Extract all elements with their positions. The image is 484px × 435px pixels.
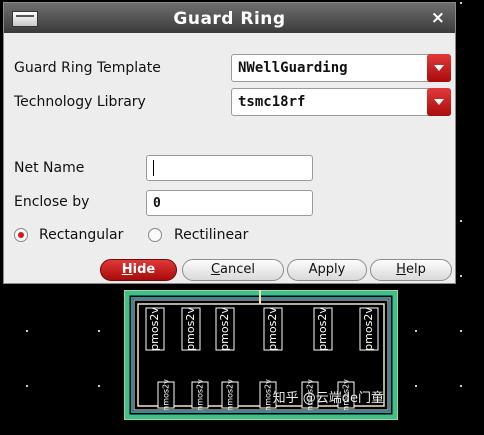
grid-dot	[460, 2, 462, 4]
text-caret	[153, 160, 154, 176]
enclose-by-input[interactable]: 0	[146, 190, 313, 216]
help-mnemonic: H	[396, 262, 406, 277]
rectangular-label[interactable]: Rectangular	[39, 227, 123, 243]
watermark: 知乎 @云端de门童	[272, 391, 384, 406]
layout-preview[interactable]: pmos2v pmos2v pmos2v pmos2v pmos2v pmos2v nmo…	[124, 290, 398, 420]
transistor-label: nmos2v	[162, 379, 171, 411]
transistor-label: pmos2v	[266, 307, 279, 351]
technology-library-select[interactable]: tsmc18rf	[231, 88, 451, 116]
apply-button[interactable]: Apply	[287, 259, 367, 281]
dialog-titlebar[interactable]: Guard Ring ×	[4, 3, 455, 33]
grid-dot	[415, 385, 417, 387]
grid-dot	[460, 275, 462, 277]
technology-library-label: Technology Library	[14, 94, 146, 110]
grid-dot	[460, 220, 462, 222]
guard-ring-dialog: Guard Ring × Guard Ring Template NWellGu…	[3, 2, 456, 284]
transistor-label: nmos2v	[196, 379, 205, 411]
enclose-by-value: 0	[153, 196, 161, 211]
grid-dot	[98, 385, 100, 387]
enclose-by-label: Enclose by	[14, 194, 90, 210]
hide-button[interactable]: Hide	[100, 259, 177, 281]
transistor-label: pmos2v	[184, 307, 197, 351]
chevron-down-icon[interactable]	[427, 88, 451, 116]
transistor-label: pmos2v	[362, 307, 375, 351]
transistor-label: nmos2v	[226, 379, 235, 411]
close-icon[interactable]: ×	[431, 8, 445, 28]
grid-dot	[460, 330, 462, 332]
rectangular-radio[interactable]	[14, 228, 28, 242]
rectilinear-radio[interactable]	[148, 228, 162, 242]
dialog-title: Guard Ring	[173, 9, 286, 29]
guard-ring-template-label: Guard Ring Template	[14, 60, 161, 76]
net-name-input[interactable]	[146, 155, 313, 181]
hide-mnemonic: H	[121, 262, 133, 277]
grid-dot	[26, 385, 28, 387]
transistor-label: pmos2v	[148, 307, 161, 351]
cancel-mnemonic: C	[210, 262, 221, 277]
transistor-label: pmos2v	[316, 307, 329, 351]
grid-dot	[415, 330, 417, 332]
grid-dot	[26, 330, 28, 332]
technology-library-value: tsmc18rf	[238, 94, 306, 110]
cancel-button[interactable]: Cancel	[182, 259, 284, 281]
net-name-label: Net Name	[14, 160, 85, 176]
grid-dot	[98, 330, 100, 332]
cancel-label: ancel	[220, 262, 256, 277]
grid-dot	[460, 385, 462, 387]
chevron-down-icon[interactable]	[427, 54, 451, 82]
guard-ring-template-select[interactable]: NWellGuarding	[231, 54, 451, 82]
rectilinear-label[interactable]: Rectilinear	[174, 227, 248, 243]
pmos-row: pmos2v pmos2v pmos2v pmos2v pmos2v pmos2v	[145, 307, 379, 351]
transistor-label: nmos2v	[264, 379, 273, 411]
guard-ring-template-value: NWellGuarding	[238, 60, 348, 76]
help-button[interactable]: Help	[370, 259, 452, 281]
hide-label: ide	[132, 262, 156, 277]
transistor-label: pmos2v	[218, 307, 231, 351]
help-label: elp	[405, 262, 426, 277]
